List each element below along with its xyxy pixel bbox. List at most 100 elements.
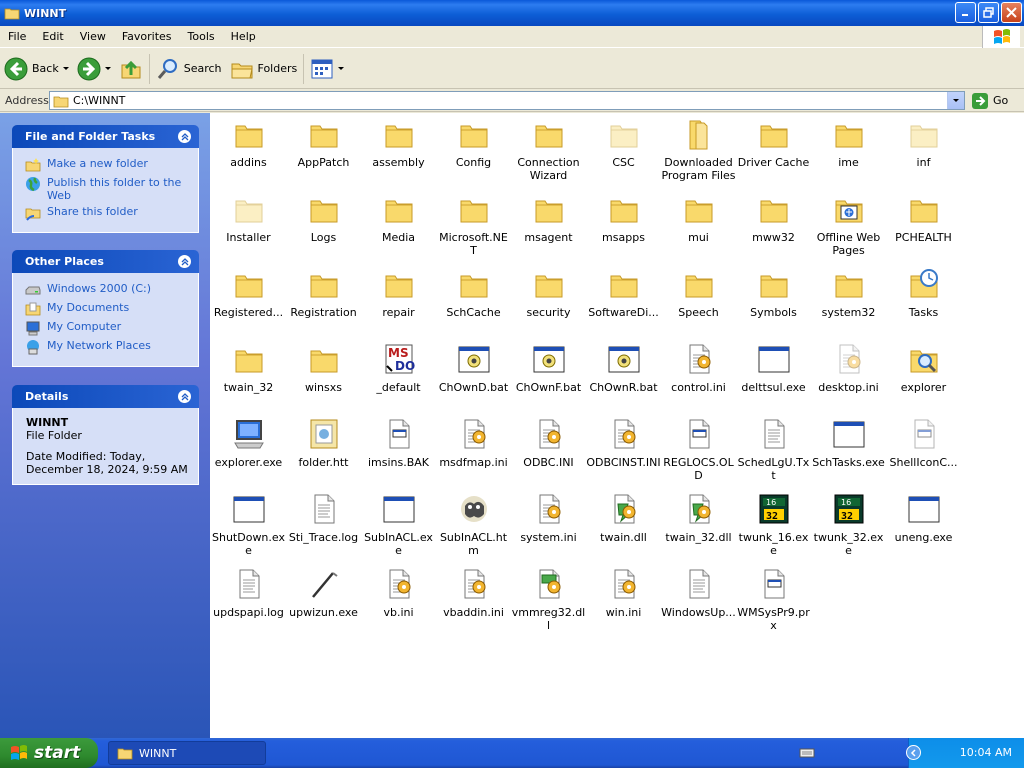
file-item[interactable]: msagent — [511, 192, 586, 244]
file-item[interactable]: twain_32.dll — [661, 492, 736, 544]
make-new-folder-link[interactable]: Make a new folder — [25, 157, 198, 173]
place-my-computer[interactable]: My Computer — [25, 320, 198, 336]
file-item[interactable]: WindowsUp... — [661, 567, 736, 619]
address-field[interactable]: C:\WINNT — [49, 91, 965, 110]
file-item[interactable]: Driver Cache — [736, 117, 811, 169]
file-item[interactable]: Media — [361, 192, 436, 244]
place-my-documents[interactable]: My Documents — [25, 301, 198, 317]
file-item[interactable]: control.ini — [661, 342, 736, 394]
file-item[interactable]: ODBC.INI — [511, 417, 586, 469]
file-item[interactable]: AppPatch — [286, 117, 361, 169]
file-item[interactable]: Connection Wizard — [511, 117, 586, 182]
file-item[interactable]: ChOwnD.bat — [436, 342, 511, 394]
up-button[interactable] — [115, 52, 147, 86]
start-button[interactable]: start — [0, 738, 98, 768]
file-item[interactable]: winsxs — [286, 342, 361, 394]
file-item[interactable]: addins — [211, 117, 286, 169]
publish-folder-link[interactable]: Publish this folder to the Web — [25, 176, 198, 202]
file-item[interactable]: explorer.exe — [211, 417, 286, 469]
file-item[interactable]: msapps — [586, 192, 661, 244]
file-item[interactable]: Symbols — [736, 267, 811, 319]
file-item[interactable]: repair — [361, 267, 436, 319]
menu-help[interactable]: Help — [223, 30, 264, 43]
restore-button[interactable] — [978, 2, 999, 23]
go-button[interactable]: Go — [971, 92, 1008, 110]
file-item[interactable]: inf — [886, 117, 961, 169]
file-item[interactable]: Registered... — [211, 267, 286, 319]
minimize-button[interactable] — [955, 2, 976, 23]
back-button[interactable]: Back — [0, 52, 73, 86]
file-item[interactable]: ShellIconC... — [886, 417, 961, 469]
title-bar[interactable]: WINNT — [0, 0, 1024, 26]
file-item[interactable]: assembly — [361, 117, 436, 169]
close-button[interactable] — [1001, 2, 1022, 23]
file-item[interactable]: msdfmap.ini — [436, 417, 511, 469]
address-dropdown-button[interactable] — [947, 92, 964, 109]
menu-favorites[interactable]: Favorites — [114, 30, 180, 43]
file-item[interactable]: uneng.exe — [886, 492, 961, 544]
file-item[interactable]: twain_32 — [211, 342, 286, 394]
file-item[interactable]: Offline Web Pages — [811, 192, 886, 257]
file-item[interactable]: ime — [811, 117, 886, 169]
menu-edit[interactable]: Edit — [34, 30, 71, 43]
file-item[interactable]: imsins.BAK — [361, 417, 436, 469]
file-item[interactable]: security — [511, 267, 586, 319]
menu-view[interactable]: View — [72, 30, 114, 43]
file-item[interactable]: vmmreg32.dll — [511, 567, 586, 632]
views-button[interactable] — [306, 52, 348, 86]
file-item[interactable]: twain.dll — [586, 492, 661, 544]
place-my-network-places[interactable]: My Network Places — [25, 339, 198, 355]
back-dropdown-icon[interactable] — [62, 67, 69, 70]
file-item[interactable]: upwizun.exe — [286, 567, 361, 619]
file-item[interactable]: Downloaded Program Files — [661, 117, 736, 182]
share-folder-link[interactable]: Share this folder — [25, 205, 198, 221]
file-item[interactable]: Microsoft.NET — [436, 192, 511, 257]
file-item[interactable]: vb.ini — [361, 567, 436, 619]
folders-button[interactable]: Folders — [226, 52, 302, 86]
file-item[interactable]: ChOwnF.bat — [511, 342, 586, 394]
file-item[interactable]: Speech — [661, 267, 736, 319]
file-item[interactable]: SchedLgU.Txt — [736, 417, 811, 482]
file-item[interactable]: SubInACL.exe — [361, 492, 436, 557]
file-item[interactable]: desktop.ini — [811, 342, 886, 394]
collapse-icon[interactable] — [178, 390, 191, 403]
collapse-icon[interactable] — [178, 255, 191, 268]
file-item[interactable]: SoftwareDi... — [586, 267, 661, 319]
menu-file[interactable]: File — [0, 30, 34, 43]
keyboard-icon[interactable] — [799, 747, 815, 759]
file-item[interactable]: mui — [661, 192, 736, 244]
file-item[interactable]: explorer — [886, 342, 961, 394]
file-item[interactable]: CSC — [586, 117, 661, 169]
file-item[interactable]: system32 — [811, 267, 886, 319]
file-item[interactable]: REGLOCS.OLD — [661, 417, 736, 482]
file-item[interactable]: WMSysPr9.prx — [736, 567, 811, 632]
file-item[interactable]: Sti_Trace.log — [286, 492, 361, 544]
file-item[interactable]: 16 32 twunk_32.exe — [811, 492, 886, 557]
file-item[interactable]: ODBCINST.INI — [586, 417, 661, 469]
menu-tools[interactable]: Tools — [180, 30, 223, 43]
details-header[interactable]: Details — [12, 385, 199, 408]
file-item[interactable]: Config — [436, 117, 511, 169]
file-folder-tasks-header[interactable]: File and Folder Tasks — [12, 125, 199, 148]
file-item[interactable]: PCHEALTH — [886, 192, 961, 244]
file-item[interactable]: Logs — [286, 192, 361, 244]
file-item[interactable]: SchCache — [436, 267, 511, 319]
file-item[interactable]: MSDOS _default — [361, 342, 436, 394]
other-places-header[interactable]: Other Places — [12, 250, 199, 273]
show-hidden-icons-button[interactable] — [906, 745, 921, 760]
search-button[interactable]: Search — [152, 52, 226, 86]
file-item[interactable]: delttsul.exe — [736, 342, 811, 394]
file-item[interactable]: SchTasks.exe — [811, 417, 886, 469]
place-windows-2000-c[interactable]: Windows 2000 (C:) — [25, 282, 198, 298]
file-item[interactable]: win.ini — [586, 567, 661, 619]
collapse-icon[interactable] — [178, 130, 191, 143]
file-item[interactable]: ChOwnR.bat — [586, 342, 661, 394]
file-item[interactable]: Registration — [286, 267, 361, 319]
file-item[interactable]: 16 32 twunk_16.exe — [736, 492, 811, 557]
file-item[interactable]: vbaddin.ini — [436, 567, 511, 619]
file-item[interactable]: mww32 — [736, 192, 811, 244]
forward-dropdown-icon[interactable] — [104, 67, 111, 70]
file-item[interactable]: SubInACL.htm — [436, 492, 511, 557]
file-item[interactable]: system.ini — [511, 492, 586, 544]
file-item[interactable]: Tasks — [886, 267, 961, 319]
